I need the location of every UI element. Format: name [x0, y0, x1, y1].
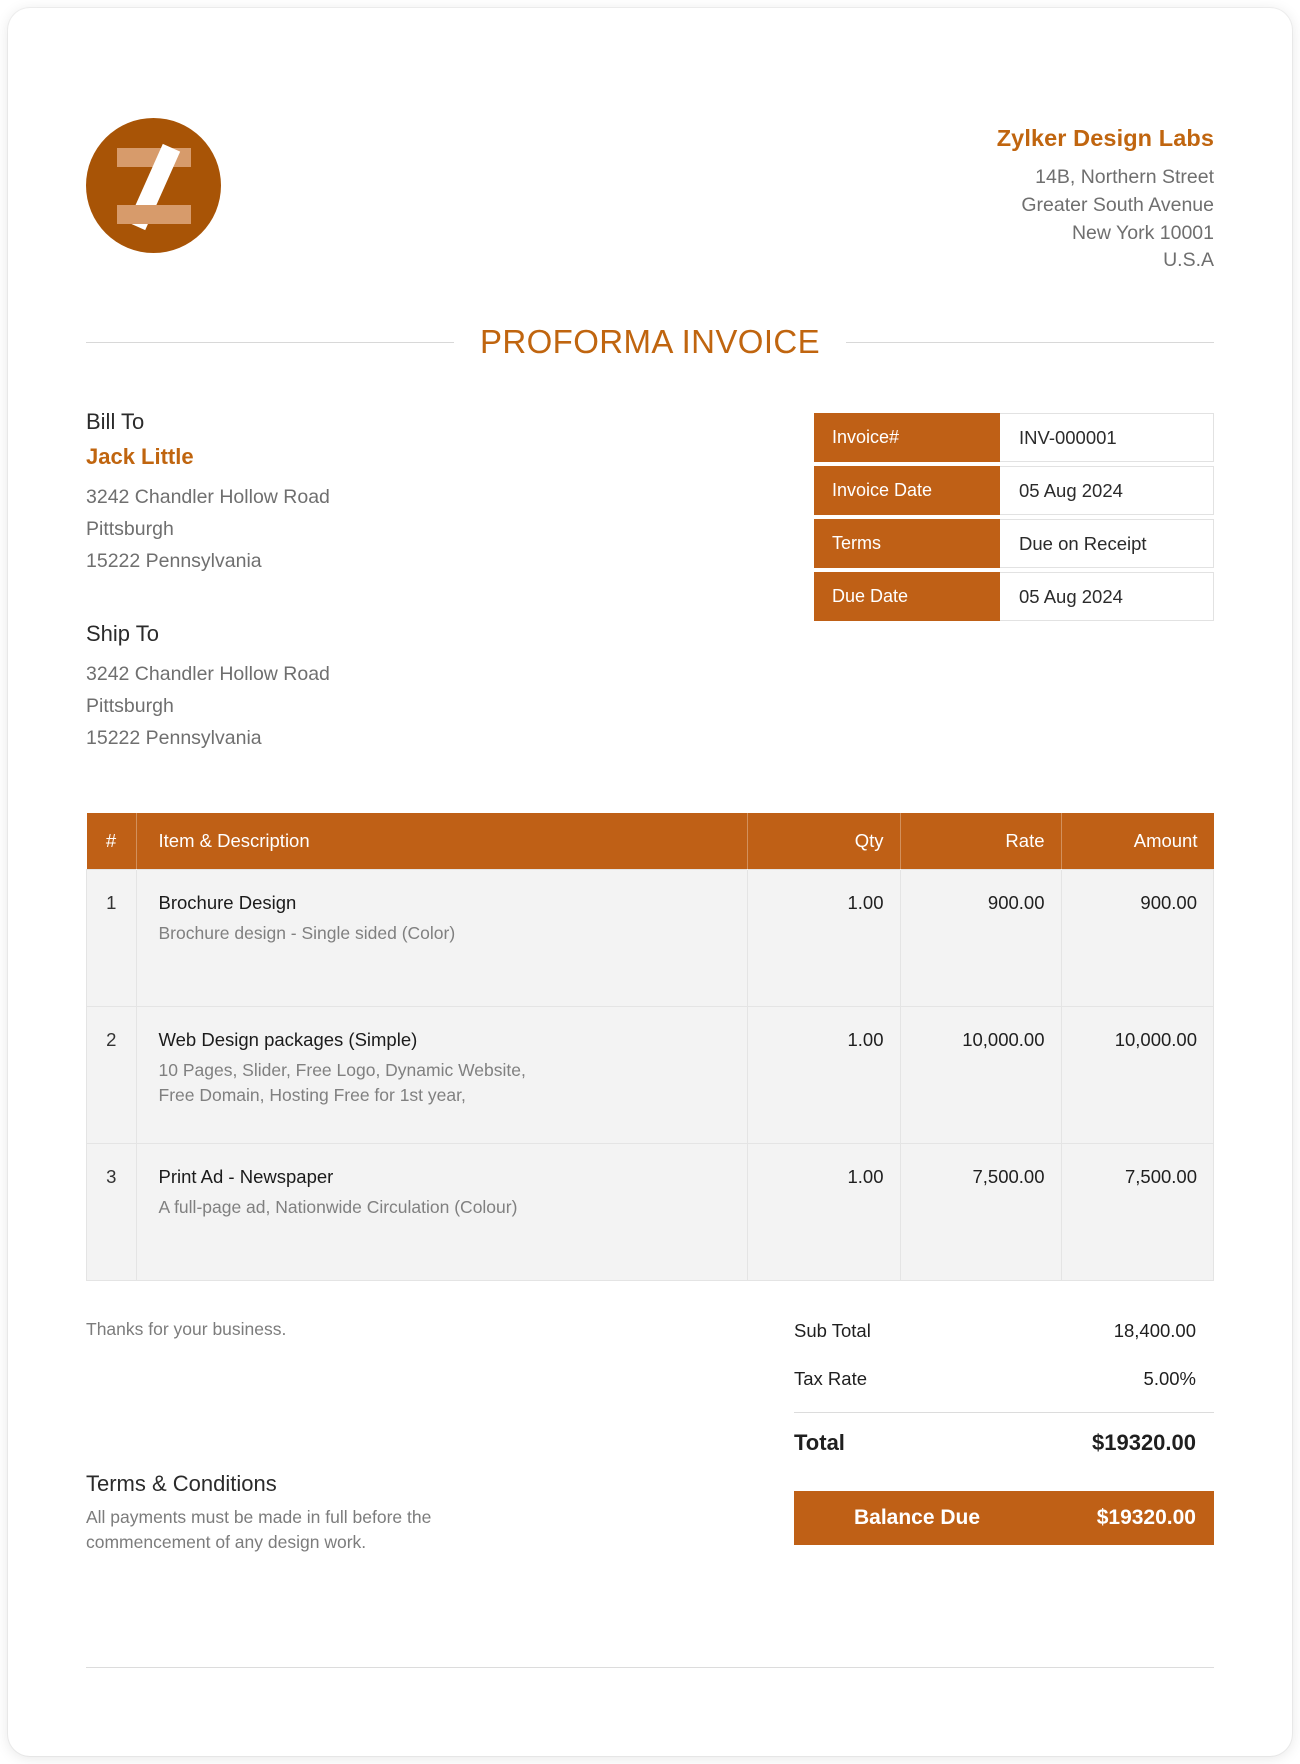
balance-due-bar: Balance Due $19320.00 [794, 1490, 1214, 1545]
detail-label-due-date: Due Date [814, 572, 1000, 622]
row-rate: 7,500.00 [899, 1142, 1062, 1281]
totals-divider [794, 1411, 1214, 1413]
table-row: 1 Brochure Design Brochure design - Sing… [86, 868, 1214, 1007]
company-name: Zylker Design Labs [996, 125, 1214, 151]
detail-value-due-date: 05 Aug 2024 [1000, 572, 1214, 622]
ship-to-label: Ship To [86, 621, 159, 647]
detail-label-terms: Terms [814, 519, 1000, 569]
row-qty: 1.00 [746, 1142, 901, 1281]
detail-row-due-date: Due Date 05 Aug 2024 [814, 572, 1214, 622]
total-row: Total $19320.00 [794, 1417, 1214, 1469]
parties-and-details: Bill To Jack Little 3242 Chandler Hollow… [86, 409, 1214, 755]
ship-to-address-line-1: 3242 Chandler Hollow Road [86, 663, 330, 686]
column-header-item: Item & Description [136, 812, 748, 870]
bill-to-label: Bill To [86, 409, 145, 435]
total-value: $19320.00 [1092, 1429, 1196, 1455]
row-item-cell: Brochure Design Brochure design - Single… [135, 868, 748, 1007]
company-address-line-2: Greater South Avenue [1021, 194, 1214, 217]
ship-to-address-line-3: 15222 Pennsylvania [86, 727, 262, 750]
tax-rate-value: 5.00% [1143, 1367, 1196, 1389]
ship-to-block: Ship To 3242 Chandler Hollow Road Pittsb… [86, 621, 666, 754]
column-header-rate: Rate [900, 812, 1062, 870]
row-item-desc-line-1: Brochure design - Single sided (Color) [158, 922, 456, 943]
tax-rate-label: Tax Rate [794, 1367, 868, 1389]
detail-label-invoice-number: Invoice# [814, 413, 1000, 463]
invoice-header: Zylker Design Labs 14B, Northern Street … [86, 8, 1214, 275]
detail-label-invoice-date: Invoice Date [814, 466, 1000, 516]
detail-row-invoice-number: Invoice# INV-000001 [814, 413, 1214, 463]
row-rate: 900.00 [899, 868, 1062, 1007]
parties-block: Bill To Jack Little 3242 Chandler Hollow… [86, 409, 666, 755]
footer-divider [86, 1667, 1214, 1668]
row-amount: 10,000.00 [1060, 1005, 1214, 1144]
invoice-details-table: Invoice# INV-000001 Invoice Date 05 Aug … [814, 413, 1214, 755]
row-amount: 900.00 [1060, 868, 1214, 1007]
row-qty: 1.00 [746, 868, 901, 1007]
terms-body-line-2: commencement of any design work. [86, 1532, 367, 1553]
bill-to-name: Jack Little [86, 444, 194, 470]
terms-and-conditions: Terms & Conditions All payments must be … [86, 1471, 606, 1556]
total-label: Total [794, 1429, 845, 1455]
company-info: Zylker Design Labs 14B, Northern Street … [997, 118, 1214, 275]
row-item-cell: Web Design packages (Simple) 10 Pages, S… [135, 1005, 748, 1144]
row-item-desc-line-1: A full-page ad, Nationwide Circulation (… [158, 1196, 518, 1217]
bill-to-block: Bill To Jack Little 3242 Chandler Hollow… [86, 409, 666, 577]
sub-total-row: Sub Total 18,400.00 [794, 1307, 1214, 1355]
row-number: 2 [86, 1005, 137, 1144]
table-row: 2 Web Design packages (Simple) 10 Pages,… [86, 1005, 1214, 1144]
terms-body-line-1: All payments must be made in full before… [86, 1506, 432, 1527]
company-logo-icon [86, 118, 221, 253]
detail-row-invoice-date: Invoice Date 05 Aug 2024 [814, 466, 1214, 516]
detail-row-terms: Terms Due on Receipt [814, 519, 1214, 569]
title-rule-right [846, 341, 1215, 343]
logo-bar-bottom [116, 204, 191, 224]
row-item-desc-line-2: Free Domain, Hosting Free for 1st year, [158, 1084, 466, 1105]
row-number: 1 [86, 868, 137, 1007]
row-qty: 1.00 [746, 1005, 901, 1144]
detail-value-invoice-number: INV-000001 [1000, 413, 1214, 463]
company-address-line-1: 14B, Northern Street [1035, 166, 1214, 189]
row-item-name: Web Design packages (Simple) [158, 1028, 418, 1050]
title-rule-left [86, 341, 454, 343]
company-address-line-3: New York 10001 [1071, 221, 1214, 244]
line-items-table: # Item & Description Qty Rate Amount 1 B… [86, 812, 1214, 1281]
detail-value-terms: Due on Receipt [1000, 519, 1214, 569]
page-title: PROFORMA INVOICE [479, 323, 821, 361]
sub-total-label: Sub Total [794, 1319, 871, 1341]
column-header-amount: Amount [1061, 812, 1214, 870]
row-item-name: Print Ad - Newspaper [158, 1165, 334, 1187]
balance-due-label: Balance Due [854, 1505, 981, 1529]
balance-due-value: $19320.00 [1096, 1505, 1196, 1529]
sub-total-value: 18,400.00 [1113, 1319, 1196, 1341]
terms-heading: Terms & Conditions [86, 1470, 277, 1496]
line-items-header-row: # Item & Description Qty Rate Amount [86, 812, 1214, 870]
column-header-qty: Qty [747, 812, 901, 870]
bill-to-address-line-1: 3242 Chandler Hollow Road [86, 486, 330, 509]
bill-to-address-line-2: Pittsburgh [86, 517, 174, 540]
company-address-line-4: U.S.A [1163, 249, 1214, 272]
invoice-page: Zylker Design Labs 14B, Northern Street … [8, 8, 1292, 1756]
row-item-name: Brochure Design [158, 891, 297, 913]
detail-value-invoice-date: 05 Aug 2024 [1000, 466, 1214, 516]
row-rate: 10,000.00 [899, 1005, 1062, 1144]
row-number: 3 [86, 1142, 137, 1281]
column-header-no: # [86, 812, 137, 870]
row-amount: 7,500.00 [1060, 1142, 1214, 1281]
tax-rate-row: Tax Rate 5.00% [794, 1355, 1214, 1403]
table-row: 3 Print Ad - Newspaper A full-page ad, N… [86, 1142, 1214, 1281]
bill-to-address-line-3: 15222 Pennsylvania [86, 549, 262, 572]
ship-to-address-line-2: Pittsburgh [86, 695, 174, 718]
document-title-row: PROFORMA INVOICE [86, 323, 1215, 361]
row-item-cell: Print Ad - Newspaper A full-page ad, Nat… [135, 1142, 748, 1281]
totals-block: Sub Total 18,400.00 Tax Rate 5.00% Total… [794, 1307, 1214, 1545]
row-item-desc-line-1: 10 Pages, Slider, Free Logo, Dynamic Web… [158, 1059, 526, 1080]
